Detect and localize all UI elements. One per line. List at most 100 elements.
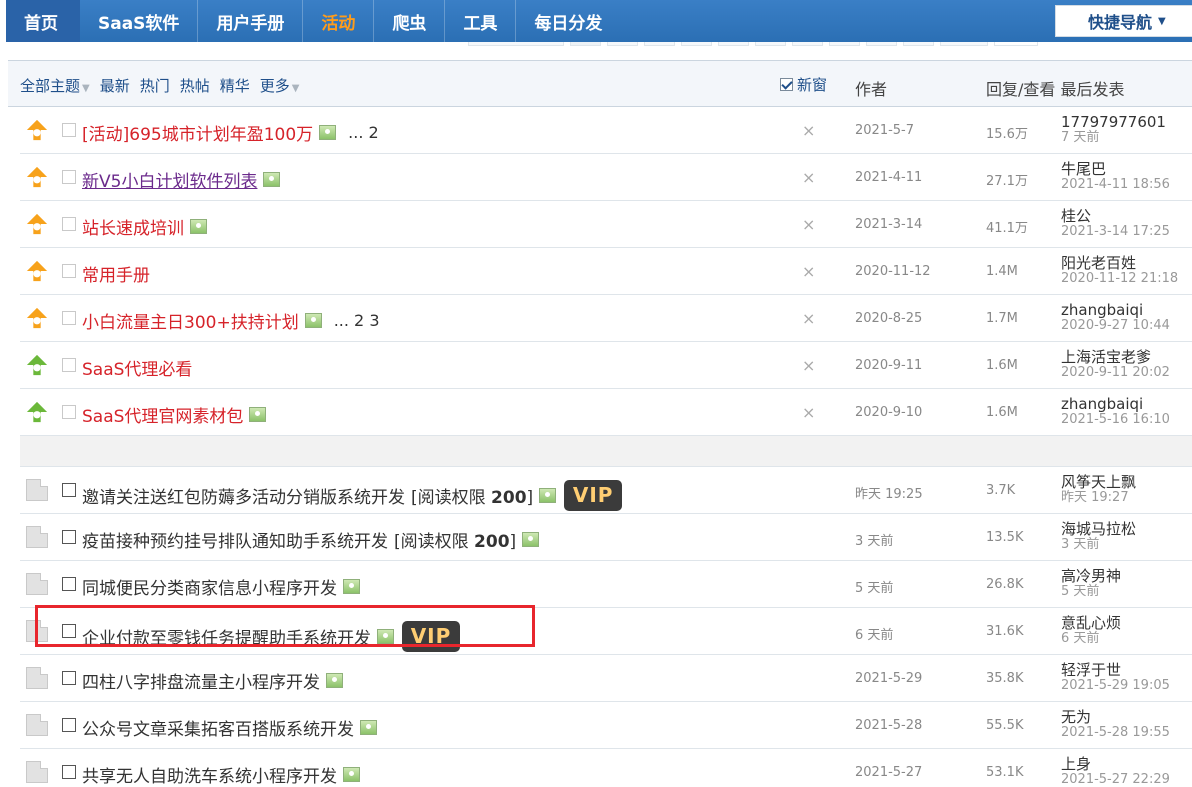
thread-title-link[interactable]: 共享无人自助洗车系统小程序开发	[82, 762, 337, 787]
thread-title-link[interactable]: 邀请关注送红包防薅多活动分销版系统开发	[82, 483, 405, 508]
last-post: 上身 2021-5-27 22:29	[1061, 756, 1170, 787]
thread-title-link[interactable]: SaaS代理官网素材包	[82, 402, 243, 427]
thread-title-cell: 四柱八字排盘流量主小程序开发	[82, 668, 343, 693]
close-icon[interactable]: ×	[802, 309, 815, 328]
thread-title-link[interactable]: 企业付款至零钱任务提醒助手系统开发	[82, 624, 371, 649]
thread-title-link[interactable]: [活动]695城市计划年盈100万	[82, 120, 313, 145]
thread-pages[interactable]: ... 2	[348, 123, 379, 142]
last-post-time[interactable]: 2021-5-29 19:05	[1061, 678, 1170, 693]
last-post-time[interactable]: 2021-3-14 17:25	[1061, 224, 1170, 239]
last-post-time[interactable]: 3 天前	[1061, 537, 1136, 552]
last-post-time[interactable]: 7 天前	[1061, 130, 1166, 145]
last-post-time[interactable]: 2020-9-11 20:02	[1061, 365, 1170, 380]
nav-item-4[interactable]: 爬虫	[374, 0, 446, 42]
last-post-user[interactable]: 风筝天上飘	[1061, 474, 1136, 490]
new-window-toggle[interactable]: 新窗	[780, 74, 827, 95]
last-post-time[interactable]: 昨天 19:27	[1061, 490, 1136, 505]
thread-select-checkbox[interactable]	[62, 577, 76, 591]
read-permission: [阅读权限 200]	[411, 488, 534, 508]
close-icon[interactable]: ×	[802, 168, 815, 187]
thread-select-checkbox[interactable]	[62, 217, 76, 231]
thread-row: 公众号文章采集拓客百搭版系统开发 2021-5-28 55.5K 无为 2021-5-2…	[20, 702, 1192, 749]
last-post-user[interactable]: 意乱心烦	[1061, 615, 1121, 631]
thread-select-checkbox[interactable]	[62, 264, 76, 278]
thread-pages[interactable]: ... 2 3	[334, 311, 380, 330]
last-post-user[interactable]: zhangbaiqi	[1061, 302, 1170, 318]
thread-select-checkbox[interactable]	[62, 311, 76, 325]
last-post-time[interactable]: 2021-5-28 19:55	[1061, 725, 1170, 740]
thread-select-checkbox[interactable]	[62, 671, 76, 685]
thread-title-link[interactable]: 常用手册	[82, 261, 150, 286]
filter-4[interactable]: 精华	[220, 75, 250, 96]
thread-select-checkbox[interactable]	[62, 483, 76, 497]
dropdown-arrow-icon: ▼	[82, 83, 90, 94]
close-icon[interactable]: ×	[802, 403, 815, 422]
thread-select-checkbox[interactable]	[62, 765, 76, 779]
last-post-time[interactable]: 2020-11-12 21:18	[1061, 271, 1178, 286]
thread-title-link[interactable]: 站长速成培训	[82, 214, 184, 239]
image-attachment-icon	[343, 767, 360, 782]
thread-title-link[interactable]: 新V5小白计划软件列表	[82, 167, 257, 192]
last-post-user[interactable]: 无为	[1061, 709, 1170, 725]
image-attachment-icon	[304, 313, 322, 328]
thread-title-link[interactable]: 同城便民分类商家信息小程序开发	[82, 574, 337, 599]
filter-5[interactable]: 更多 ▼	[260, 75, 300, 96]
filter-3[interactable]: 热帖	[180, 75, 210, 96]
reply-view-count: 13.5K	[986, 530, 1024, 545]
nav-item-5[interactable]: 工具	[445, 0, 517, 42]
nav-item-0[interactable]: 首页	[6, 0, 80, 42]
last-post-user[interactable]: 上身	[1061, 756, 1170, 772]
thread-select-checkbox[interactable]	[62, 718, 76, 732]
last-post-user[interactable]: 17797977601	[1061, 114, 1166, 130]
nav-item-3[interactable]: 活动	[303, 0, 375, 42]
last-post-time[interactable]: 5 天前	[1061, 584, 1121, 599]
last-post-time[interactable]: 2021-5-27 22:29	[1061, 772, 1170, 787]
last-post-user[interactable]: 牛尾巴	[1061, 161, 1170, 177]
last-post-time[interactable]: 2021-5-16 16:10	[1061, 412, 1170, 427]
thread-date: 2020-9-11	[855, 358, 923, 373]
close-icon[interactable]: ×	[802, 262, 815, 281]
filter-1[interactable]: 最新	[100, 75, 130, 96]
last-post-user[interactable]: 阳光老百姓	[1061, 255, 1178, 271]
last-post-user[interactable]: 桂公	[1061, 208, 1170, 224]
thread-title-link[interactable]: 公众号文章采集拓客百搭版系统开发	[82, 715, 354, 740]
last-post: 桂公 2021-3-14 17:25	[1061, 208, 1170, 239]
last-post-user[interactable]: 海城马拉松	[1061, 521, 1136, 537]
thread-select-checkbox[interactable]	[62, 624, 76, 638]
last-post-user[interactable]: 上海活宝老爹	[1061, 349, 1170, 365]
sticky-threads: [活动]695城市计划年盈100万 ... 2 × 2021-5-7 15.6万 1779…	[8, 107, 1192, 436]
thread-title-link[interactable]: 疫苗接种预约挂号排队通知助手系统开发	[82, 527, 388, 552]
reply-view-count: 3.7K	[986, 483, 1016, 498]
thread-title-link[interactable]: 小白流量主日300+扶持计划	[82, 308, 299, 333]
last-post-time[interactable]: 2021-4-11 18:56	[1061, 177, 1170, 192]
thread-title-link[interactable]: 四柱八字排盘流量主小程序开发	[82, 668, 320, 693]
nav-item-1[interactable]: SaaS软件	[80, 0, 199, 42]
thread-select-checkbox[interactable]	[62, 405, 76, 419]
nav-item-2[interactable]: 用户手册	[198, 0, 304, 42]
nav-item-6[interactable]: 每日分发	[516, 0, 620, 42]
image-attachment-icon	[249, 407, 267, 422]
last-post-time[interactable]: 2020-9-27 10:44	[1061, 318, 1170, 333]
last-post-user[interactable]: 轻浮于世	[1061, 662, 1170, 678]
filter-0[interactable]: 全部主题 ▼	[20, 75, 90, 96]
image-attachment-icon	[190, 219, 207, 234]
close-icon[interactable]: ×	[802, 356, 815, 375]
filter-2[interactable]: 热门	[140, 75, 170, 96]
last-post-user[interactable]: zhangbaiqi	[1061, 396, 1170, 412]
thread-select-checkbox[interactable]	[62, 530, 76, 544]
thread-select-checkbox[interactable]	[62, 170, 76, 184]
thread-title-link[interactable]: SaaS代理必看	[82, 355, 192, 380]
quick-nav-button[interactable]: 快捷导航 ▼	[1055, 5, 1192, 37]
thread-title-cell: SaaS代理必看	[82, 355, 192, 380]
reply-view-count: 15.6万	[986, 127, 1028, 142]
last-post-user[interactable]: 高冷男神	[1061, 568, 1121, 584]
close-icon[interactable]: ×	[802, 121, 815, 140]
close-icon[interactable]: ×	[802, 215, 815, 234]
new-window-checkbox[interactable]	[780, 78, 793, 91]
sticky-global-icon	[26, 166, 48, 188]
document-icon	[26, 620, 48, 642]
thread-select-checkbox[interactable]	[62, 358, 76, 372]
sticky-global-icon	[26, 307, 48, 329]
last-post-time[interactable]: 6 天前	[1061, 631, 1121, 646]
thread-select-checkbox[interactable]	[62, 123, 76, 137]
